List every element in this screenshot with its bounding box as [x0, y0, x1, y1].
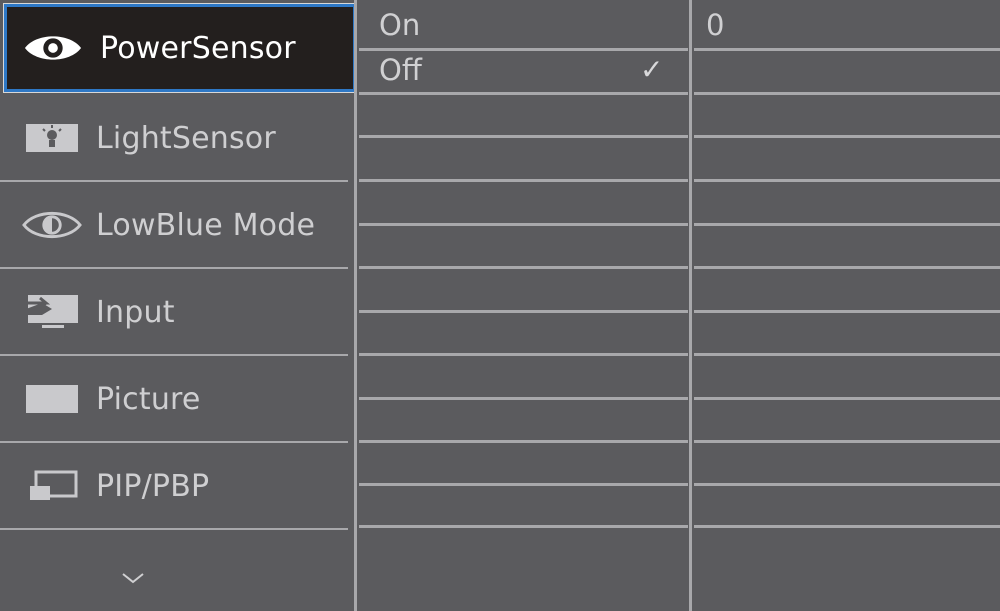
row-divider — [694, 223, 1000, 226]
pip-pbp-icon — [22, 466, 82, 506]
menu-item-label: PIP/PBP — [96, 468, 210, 504]
row-divider — [359, 483, 688, 486]
row-divider — [694, 310, 1000, 313]
row-divider — [359, 92, 688, 95]
value-readout: 0 — [706, 8, 725, 42]
option-label: Off — [379, 53, 422, 87]
value-panel: 0 — [692, 0, 1000, 611]
light-sensor-icon — [22, 118, 82, 158]
eye-icon — [22, 205, 82, 245]
row-divider — [359, 525, 688, 528]
row-divider — [694, 135, 1000, 138]
menu-item-lightsensor[interactable]: LightSensor — [0, 96, 348, 182]
submenu-option-off[interactable]: Off ✓ — [357, 51, 688, 93]
menu-item-lowblue-mode[interactable]: LowBlue Mode — [0, 183, 348, 269]
row-divider — [359, 266, 688, 269]
row-divider — [359, 179, 688, 182]
row-divider — [359, 440, 688, 443]
menu-item-label: LowBlue Mode — [96, 207, 316, 243]
row-divider — [694, 483, 1000, 486]
row-divider — [359, 353, 688, 356]
row-divider — [694, 92, 1000, 95]
row-divider — [359, 135, 688, 138]
submenu-option-on[interactable]: On — [357, 0, 688, 48]
row-divider — [359, 397, 688, 400]
row-divider — [694, 525, 1000, 528]
row-divider — [694, 266, 1000, 269]
menu-item-label: LightSensor — [96, 120, 276, 156]
row-divider — [694, 48, 1000, 51]
submenu-panel: On Off ✓ — [357, 0, 690, 611]
eye-icon — [23, 28, 83, 68]
menu-item-picture[interactable]: Picture — [0, 357, 348, 443]
option-label: On — [379, 8, 421, 42]
menu-item-pip-pbp[interactable]: PIP/PBP — [0, 444, 348, 530]
checkmark-icon: ✓ — [640, 53, 664, 86]
menu-item-label: Picture — [96, 381, 201, 417]
row-divider — [694, 397, 1000, 400]
picture-icon — [22, 379, 82, 419]
menu-item-label: Input — [96, 294, 175, 330]
menu-item-powersensor[interactable]: PowerSensor — [3, 3, 357, 93]
row-divider — [359, 223, 688, 226]
row-divider — [694, 440, 1000, 443]
row-divider — [694, 353, 1000, 356]
chevron-down-icon[interactable] — [118, 568, 148, 594]
menu-item-label: PowerSensor — [100, 30, 296, 66]
input-icon — [22, 292, 82, 332]
row-divider — [359, 310, 688, 313]
row-divider — [694, 179, 1000, 182]
menu-item-input[interactable]: Input — [0, 270, 348, 356]
main-menu: PowerSensor LightSensor LowBlue Mode Inp… — [0, 0, 357, 611]
